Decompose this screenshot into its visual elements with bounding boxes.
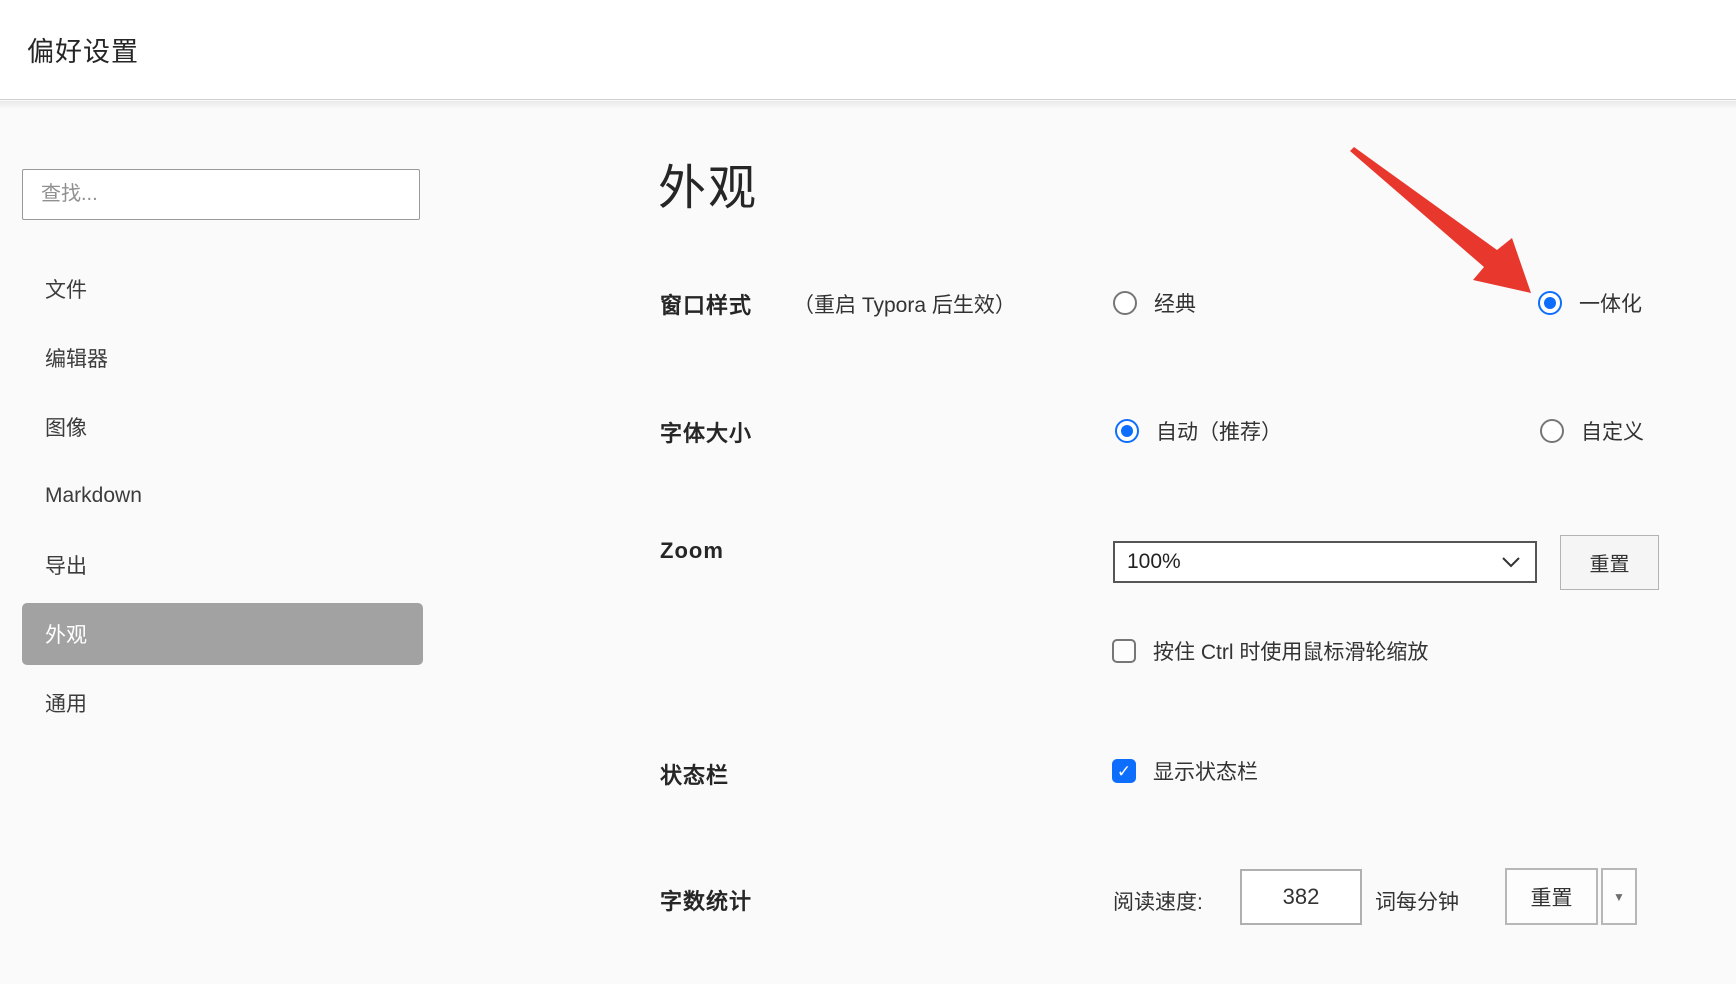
page-title: 偏好设置	[27, 30, 139, 69]
word-count-label: 字数统计	[660, 884, 752, 916]
sidebar-item-file[interactable]: 文件	[22, 258, 423, 320]
ctrl-scroll-checkbox[interactable]	[1112, 639, 1136, 663]
sidebar: 文件 编辑器 图像 Markdown 导出 外观 通用	[22, 258, 423, 741]
dropdown-arrow-icon: ▼	[1613, 891, 1625, 903]
reading-speed-input[interactable]	[1240, 869, 1362, 925]
word-count-reset-dropdown[interactable]: ▼	[1601, 868, 1637, 925]
radio-unibody-label: 一体化	[1579, 288, 1642, 318]
zoom-select[interactable]: 100%	[1113, 541, 1537, 583]
font-size-label: 字体大小	[660, 416, 752, 448]
sidebar-item-general[interactable]: 通用	[22, 672, 423, 734]
ctrl-scroll-label: 按住 Ctrl 时使用鼠标滑轮缩放	[1153, 636, 1428, 666]
status-bar-label: 状态栏	[660, 758, 729, 790]
radio-option-classic[interactable]: 经典	[1113, 290, 1196, 316]
radio-auto-icon[interactable]	[1115, 419, 1139, 443]
radio-unibody-icon[interactable]	[1538, 291, 1562, 315]
sidebar-item-export[interactable]: 导出	[22, 534, 423, 596]
reading-speed-unit: 词每分钟	[1375, 886, 1459, 916]
radio-auto-label: 自动（推荐）	[1156, 416, 1282, 446]
status-bar-checkbox[interactable]: ✓	[1112, 759, 1136, 783]
radio-classic-label: 经典	[1154, 288, 1196, 318]
radio-custom-label: 自定义	[1581, 416, 1644, 446]
radio-option-custom[interactable]: 自定义	[1540, 418, 1644, 444]
chevron-down-icon	[1501, 556, 1521, 568]
status-bar-checkbox-row[interactable]: ✓ 显示状态栏	[1112, 758, 1258, 784]
radio-custom-icon[interactable]	[1540, 419, 1564, 443]
reading-speed-label: 阅读速度:	[1113, 886, 1203, 916]
zoom-label: Zoom	[660, 538, 724, 564]
word-count-reset-button[interactable]: 重置	[1505, 868, 1598, 925]
search-input[interactable]	[22, 169, 420, 220]
titlebar: 偏好设置	[0, 0, 1736, 100]
check-icon: ✓	[1117, 763, 1131, 780]
radio-option-auto[interactable]: 自动（推荐）	[1115, 418, 1282, 444]
status-bar-option-label: 显示状态栏	[1153, 756, 1258, 786]
header-divider	[0, 101, 1736, 109]
window-style-hint: （重启 Typora 后生效）	[793, 289, 1016, 319]
window-style-label: 窗口样式	[660, 288, 752, 320]
sidebar-item-image[interactable]: 图像	[22, 396, 423, 458]
zoom-reset-button[interactable]: 重置	[1560, 535, 1659, 590]
zoom-select-value: 100%	[1127, 550, 1181, 574]
sidebar-item-editor[interactable]: 编辑器	[22, 327, 423, 389]
radio-option-unibody[interactable]: 一体化	[1538, 290, 1642, 316]
ctrl-scroll-checkbox-row[interactable]: 按住 Ctrl 时使用鼠标滑轮缩放	[1112, 638, 1428, 664]
page-heading: 外观	[658, 148, 758, 218]
sidebar-item-appearance[interactable]: 外观	[22, 603, 423, 665]
radio-classic-icon[interactable]	[1113, 291, 1137, 315]
sidebar-item-markdown[interactable]: Markdown	[22, 465, 423, 527]
